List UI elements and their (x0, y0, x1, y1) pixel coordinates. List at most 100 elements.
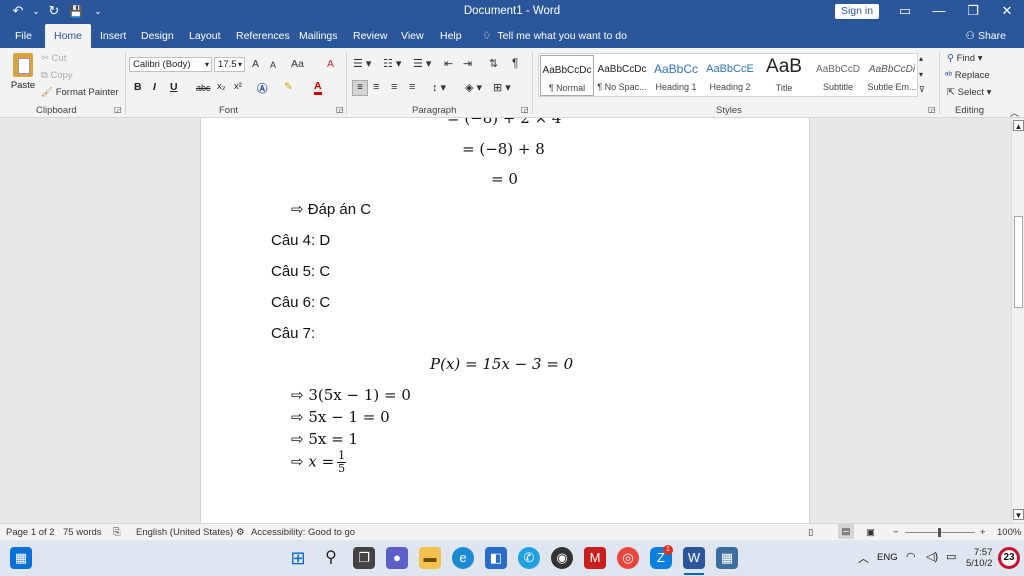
search-icon[interactable]: ⚲ (320, 547, 342, 569)
tab-view[interactable]: View (401, 30, 424, 42)
line-spacing-icon[interactable]: ↕ ▾ (432, 81, 446, 94)
align-right-icon[interactable]: ≡ (391, 81, 397, 93)
tab-review[interactable]: Review (353, 30, 387, 42)
align-left-icon[interactable]: ≡ (352, 80, 368, 96)
decrease-indent-icon[interactable]: ⇤ (444, 57, 453, 70)
multilevel-list-icon[interactable]: ☰ ▾ (413, 57, 431, 70)
clock[interactable]: 7:57 5/10/2 (966, 547, 992, 569)
style-subtitle[interactable]: AaBbCcD Subtitle (811, 55, 865, 96)
page-count[interactable]: Page 1 of 2 (6, 527, 55, 538)
change-case-button[interactable]: Aa (291, 58, 304, 70)
subscript-button[interactable]: x₂ (217, 81, 225, 92)
start-icon[interactable]: ⊞ (287, 547, 309, 569)
language[interactable]: English (United States) (136, 527, 233, 538)
zoom-out-icon[interactable]: − (893, 527, 899, 538)
minimize-icon[interactable]: — (922, 0, 956, 24)
restore-icon[interactable]: ❐ (956, 0, 990, 24)
style-normal[interactable]: AaBbCcDc ¶ Normal (540, 55, 594, 96)
styles-scroll-up-icon[interactable]: ▴ (919, 54, 923, 63)
tab-home[interactable]: Home (45, 24, 92, 48)
scroll-thumb[interactable] (1014, 216, 1023, 308)
chat-icon[interactable]: ● (386, 547, 408, 569)
read-mode-icon[interactable]: ▯ (808, 527, 813, 538)
print-layout-icon[interactable]: ▤ (838, 524, 854, 539)
style-heading-1[interactable]: AaBbCc Heading 1 (649, 55, 703, 96)
justify-icon[interactable]: ≡ (409, 81, 415, 93)
font-size-select[interactable]: 17.5 ▾ (214, 57, 245, 72)
superscript-button[interactable]: x² (234, 81, 242, 92)
word-icon[interactable]: W (683, 547, 705, 569)
text-effects-icon[interactable]: Ⓐ (257, 81, 268, 96)
tab-mailings[interactable]: Mailings (299, 30, 338, 42)
task-view-icon[interactable]: ❐ (353, 547, 375, 569)
shrink-font-button[interactable]: A (270, 60, 276, 70)
share-button[interactable]: ⚇ Share (966, 30, 1006, 42)
web-layout-icon[interactable]: ▣ (866, 527, 875, 538)
format-painter-button[interactable]: 🖌 Format Painter (41, 87, 119, 98)
underline-button[interactable]: U (170, 81, 178, 93)
font-launcher-icon[interactable]: ◲ (336, 105, 344, 114)
style-subtle-emphasis[interactable]: AaBbCcDi Subtle Em... (865, 55, 919, 96)
select-button[interactable]: ⇱ Select ▾ (947, 87, 991, 98)
style-no-spacing[interactable]: AaBbCcDc ¶ No Spac... (595, 55, 649, 96)
wifi-icon[interactable]: ◠ (906, 550, 916, 563)
accessibility-status[interactable]: Accessibility: Good to go (251, 527, 355, 538)
sort-icon[interactable]: ⇅ (489, 57, 498, 70)
paragraph-launcher-icon[interactable]: ◲ (521, 105, 529, 114)
cut-button[interactable]: ✂ Cut (41, 53, 66, 64)
grow-font-button[interactable]: A (252, 58, 259, 70)
vertical-scrollbar[interactable]: ▲ ▼ (1011, 118, 1024, 523)
battery-icon[interactable]: ▭ (946, 550, 956, 563)
increase-indent-icon[interactable]: ⇥ (463, 57, 472, 70)
styles-more-icon[interactable]: ⊽ (919, 85, 925, 94)
find-button[interactable]: ⚲ Find ▾ (947, 53, 983, 64)
align-center-icon[interactable]: ≡ (373, 81, 379, 93)
tab-design[interactable]: Design (141, 30, 174, 42)
volume-icon[interactable]: ◁) (926, 550, 938, 563)
zoom-in-icon[interactable]: + (980, 527, 986, 538)
tab-insert[interactable]: Insert (100, 30, 126, 42)
proofing-icon[interactable]: ⎘ (113, 527, 121, 538)
tab-help[interactable]: Help (440, 30, 462, 42)
strikethrough-button[interactable]: abc (196, 83, 211, 93)
store-icon[interactable]: ◧ (485, 547, 507, 569)
calculator-icon[interactable]: ▦ (716, 547, 738, 569)
show-formatting-button[interactable]: ¶ (512, 56, 518, 70)
bold-button[interactable]: B (134, 81, 142, 93)
font-color-icon[interactable]: A (314, 81, 322, 95)
styles-launcher-icon[interactable]: ◲ (928, 105, 936, 114)
input-language[interactable]: ENG (877, 552, 898, 563)
mcafee-icon[interactable]: M (584, 547, 606, 569)
style-heading-2[interactable]: AaBbCcE Heading 2 (703, 55, 757, 96)
widgets-icon[interactable]: ▦ (10, 547, 32, 569)
close-icon[interactable]: ✕ (990, 0, 1024, 24)
document-page[interactable]: = (−8) + 2 × 4 = (−8) + 8 = 0 ⇨ Đáp án C… (200, 118, 810, 523)
shading-icon[interactable]: ◈ ▾ (465, 81, 482, 94)
file-explorer-icon[interactable]: ▬ (419, 547, 441, 569)
chrome-icon[interactable]: ◎ (617, 547, 639, 569)
italic-button[interactable]: I (153, 81, 156, 93)
copy-button[interactable]: ⧉ Copy (41, 70, 73, 81)
tab-references[interactable]: References (236, 30, 290, 42)
bullets-icon[interactable]: ☰ ▾ (353, 57, 371, 70)
show-hidden-icons[interactable]: ︿ (858, 550, 869, 566)
ribbon-display-options-icon[interactable]: ▭ (888, 0, 922, 24)
scroll-up-icon[interactable]: ▲ (1013, 120, 1024, 131)
messenger-icon[interactable]: ✆ (518, 547, 540, 569)
font-name-select[interactable]: Calibri (Body) ▾ (129, 57, 212, 72)
edge-icon[interactable]: e (452, 547, 474, 569)
borders-icon[interactable]: ⊞ ▾ (493, 81, 511, 94)
style-title[interactable]: AaB Title (757, 55, 811, 96)
tell-me-search[interactable]: ♢ Tell me what you want to do (482, 30, 627, 42)
tab-layout[interactable]: Layout (189, 30, 221, 42)
zoom-slider-thumb[interactable] (938, 528, 941, 537)
word-count[interactable]: 75 words (63, 527, 102, 538)
app-icon[interactable]: ◉ (551, 547, 573, 569)
paste-button[interactable]: Paste (9, 53, 37, 97)
numbering-icon[interactable]: ☷ ▾ (383, 57, 401, 70)
clear-formatting-button[interactable]: A (327, 58, 334, 70)
notification-center-badge[interactable]: 23 (998, 547, 1020, 569)
sign-in-button[interactable]: Sign in (835, 4, 879, 19)
highlight-icon[interactable]: ✎ (284, 81, 293, 93)
styles-scroll-down-icon[interactable]: ▾ (919, 70, 923, 79)
